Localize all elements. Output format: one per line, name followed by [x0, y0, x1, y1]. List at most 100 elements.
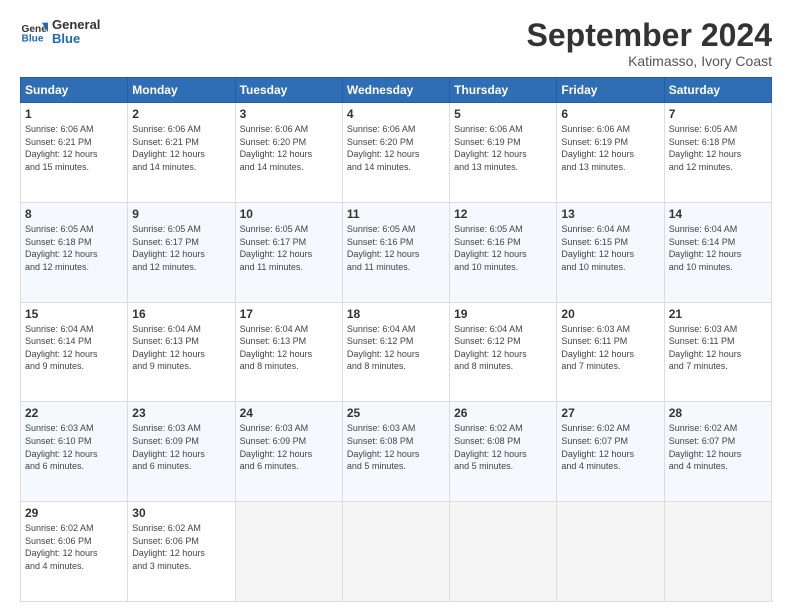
week-row-1: 1Sunrise: 6:06 AM Sunset: 6:21 PM Daylig… — [21, 103, 772, 203]
day-info: Sunrise: 6:02 AM Sunset: 6:07 PM Dayligh… — [561, 422, 659, 472]
day-number: 3 — [240, 107, 338, 121]
day-info: Sunrise: 6:03 AM Sunset: 6:09 PM Dayligh… — [132, 422, 230, 472]
title-block: September 2024 Katimasso, Ivory Coast — [527, 18, 772, 69]
day-number: 9 — [132, 207, 230, 221]
calendar-cell: 23 Sunrise: 6:03 AM Sunset: 6:09 PM Dayli… — [128, 402, 235, 502]
day-number: 10 — [240, 207, 338, 221]
day-number: 12 — [454, 207, 552, 221]
day-number: 21 — [669, 307, 767, 321]
calendar-cell: 30 Sunrise: 6:02 AM Sunset: 6:06 PM Dayli… — [128, 502, 235, 602]
day-number: 23 — [132, 406, 230, 420]
logo-blue: Blue — [52, 32, 100, 46]
calendar-cell: 2 Sunrise: 6:06 AM Sunset: 6:21 PM Daylig… — [128, 103, 235, 203]
day-info: Sunrise: 6:03 AM Sunset: 6:11 PM Dayligh… — [561, 323, 659, 373]
calendar-cell: 4Sunrise: 6:06 AM Sunset: 6:20 PM Daylig… — [342, 103, 449, 203]
logo-general: General — [52, 18, 100, 32]
day-info: Sunrise: 6:04 AM Sunset: 6:15 PM Dayligh… — [561, 223, 659, 273]
day-number: 28 — [669, 406, 767, 420]
logo-icon: General Blue — [20, 18, 48, 46]
calendar-cell — [664, 502, 771, 602]
calendar-cell: 15Sunrise: 6:04 AM Sunset: 6:14 PM Dayli… — [21, 302, 128, 402]
day-info: Sunrise: 6:02 AM Sunset: 6:07 PM Dayligh… — [669, 422, 767, 472]
calendar-cell: 26 Sunrise: 6:02 AM Sunset: 6:08 PM Dayli… — [450, 402, 557, 502]
day-number: 13 — [561, 207, 659, 221]
weekday-header-saturday: Saturday — [664, 78, 771, 103]
calendar-cell: 3 Sunrise: 6:06 AM Sunset: 6:20 PM Daylig… — [235, 103, 342, 203]
calendar-cell — [342, 502, 449, 602]
location-subtitle: Katimasso, Ivory Coast — [527, 53, 772, 69]
calendar-cell — [557, 502, 664, 602]
day-number: 24 — [240, 406, 338, 420]
calendar-cell: 8 Sunrise: 6:05 AM Sunset: 6:18 PM Daylig… — [21, 202, 128, 302]
day-number: 22 — [25, 406, 123, 420]
weekday-header-sunday: Sunday — [21, 78, 128, 103]
calendar-cell: 7 Sunrise: 6:05 AM Sunset: 6:18 PM Daylig… — [664, 103, 771, 203]
calendar-cell: 9 Sunrise: 6:05 AM Sunset: 6:17 PM Daylig… — [128, 202, 235, 302]
calendar-cell: 13 Sunrise: 6:04 AM Sunset: 6:15 PM Dayli… — [557, 202, 664, 302]
day-number: 8 — [25, 207, 123, 221]
day-info: Sunrise: 6:06 AM Sunset: 6:19 PM Dayligh… — [561, 123, 659, 173]
weekday-header-monday: Monday — [128, 78, 235, 103]
day-number: 5 — [454, 107, 552, 121]
day-number: 26 — [454, 406, 552, 420]
calendar-cell — [235, 502, 342, 602]
calendar-cell: 21Sunrise: 6:03 AM Sunset: 6:11 PM Dayli… — [664, 302, 771, 402]
day-info: Sunrise: 6:05 AM Sunset: 6:17 PM Dayligh… — [240, 223, 338, 273]
day-number: 18 — [347, 307, 445, 321]
weekday-header-thursday: Thursday — [450, 78, 557, 103]
day-number: 30 — [132, 506, 230, 520]
day-number: 25 — [347, 406, 445, 420]
day-info: Sunrise: 6:02 AM Sunset: 6:08 PM Dayligh… — [454, 422, 552, 472]
week-row-2: 8 Sunrise: 6:05 AM Sunset: 6:18 PM Daylig… — [21, 202, 772, 302]
day-number: 4 — [347, 107, 445, 121]
day-info: Sunrise: 6:02 AM Sunset: 6:06 PM Dayligh… — [25, 522, 123, 572]
day-info: Sunrise: 6:05 AM Sunset: 6:16 PM Dayligh… — [347, 223, 445, 273]
day-number: 7 — [669, 107, 767, 121]
day-info: Sunrise: 6:05 AM Sunset: 6:16 PM Dayligh… — [454, 223, 552, 273]
day-info: Sunrise: 6:04 AM Sunset: 6:13 PM Dayligh… — [240, 323, 338, 373]
calendar-table: SundayMondayTuesdayWednesdayThursdayFrid… — [20, 77, 772, 602]
calendar-cell: 25 Sunrise: 6:03 AM Sunset: 6:08 PM Dayli… — [342, 402, 449, 502]
day-info: Sunrise: 6:04 AM Sunset: 6:14 PM Dayligh… — [669, 223, 767, 273]
day-number: 29 — [25, 506, 123, 520]
day-number: 19 — [454, 307, 552, 321]
week-row-4: 22 Sunrise: 6:03 AM Sunset: 6:10 PM Dayli… — [21, 402, 772, 502]
calendar-cell: 1Sunrise: 6:06 AM Sunset: 6:21 PM Daylig… — [21, 103, 128, 203]
day-number: 14 — [669, 207, 767, 221]
day-number: 27 — [561, 406, 659, 420]
calendar-cell: 24Sunrise: 6:03 AM Sunset: 6:09 PM Dayli… — [235, 402, 342, 502]
calendar-cell: 20Sunrise: 6:03 AM Sunset: 6:11 PM Dayli… — [557, 302, 664, 402]
calendar-header-row: SundayMondayTuesdayWednesdayThursdayFrid… — [21, 78, 772, 103]
day-number: 2 — [132, 107, 230, 121]
calendar-cell: 12 Sunrise: 6:05 AM Sunset: 6:16 PM Dayli… — [450, 202, 557, 302]
day-info: Sunrise: 6:04 AM Sunset: 6:12 PM Dayligh… — [347, 323, 445, 373]
calendar-cell: 17Sunrise: 6:04 AM Sunset: 6:13 PM Dayli… — [235, 302, 342, 402]
day-info: Sunrise: 6:05 AM Sunset: 6:17 PM Dayligh… — [132, 223, 230, 273]
calendar-cell: 22 Sunrise: 6:03 AM Sunset: 6:10 PM Dayli… — [21, 402, 128, 502]
svg-text:Blue: Blue — [22, 34, 44, 45]
month-title: September 2024 — [527, 18, 772, 53]
calendar-cell: 19 Sunrise: 6:04 AM Sunset: 6:12 PM Dayli… — [450, 302, 557, 402]
day-info: Sunrise: 6:05 AM Sunset: 6:18 PM Dayligh… — [669, 123, 767, 173]
calendar-cell: 10 Sunrise: 6:05 AM Sunset: 6:17 PM Dayli… — [235, 202, 342, 302]
header: General Blue General Blue September 2024… — [20, 18, 772, 69]
week-row-3: 15Sunrise: 6:04 AM Sunset: 6:14 PM Dayli… — [21, 302, 772, 402]
calendar-cell: 27 Sunrise: 6:02 AM Sunset: 6:07 PM Dayli… — [557, 402, 664, 502]
day-number: 15 — [25, 307, 123, 321]
day-info: Sunrise: 6:06 AM Sunset: 6:19 PM Dayligh… — [454, 123, 552, 173]
weekday-header-tuesday: Tuesday — [235, 78, 342, 103]
week-row-5: 29 Sunrise: 6:02 AM Sunset: 6:06 PM Dayli… — [21, 502, 772, 602]
day-info: Sunrise: 6:05 AM Sunset: 6:18 PM Dayligh… — [25, 223, 123, 273]
calendar-cell: 28 Sunrise: 6:02 AM Sunset: 6:07 PM Dayli… — [664, 402, 771, 502]
calendar-cell — [450, 502, 557, 602]
calendar-cell: 5 Sunrise: 6:06 AM Sunset: 6:19 PM Daylig… — [450, 103, 557, 203]
day-info: Sunrise: 6:02 AM Sunset: 6:06 PM Dayligh… — [132, 522, 230, 572]
day-info: Sunrise: 6:06 AM Sunset: 6:21 PM Dayligh… — [132, 123, 230, 173]
day-info: Sunrise: 6:04 AM Sunset: 6:12 PM Dayligh… — [454, 323, 552, 373]
calendar-cell: 11Sunrise: 6:05 AM Sunset: 6:16 PM Dayli… — [342, 202, 449, 302]
day-info: Sunrise: 6:06 AM Sunset: 6:20 PM Dayligh… — [240, 123, 338, 173]
day-number: 16 — [132, 307, 230, 321]
day-info: Sunrise: 6:03 AM Sunset: 6:10 PM Dayligh… — [25, 422, 123, 472]
day-info: Sunrise: 6:03 AM Sunset: 6:08 PM Dayligh… — [347, 422, 445, 472]
calendar-cell: 6Sunrise: 6:06 AM Sunset: 6:19 PM Daylig… — [557, 103, 664, 203]
